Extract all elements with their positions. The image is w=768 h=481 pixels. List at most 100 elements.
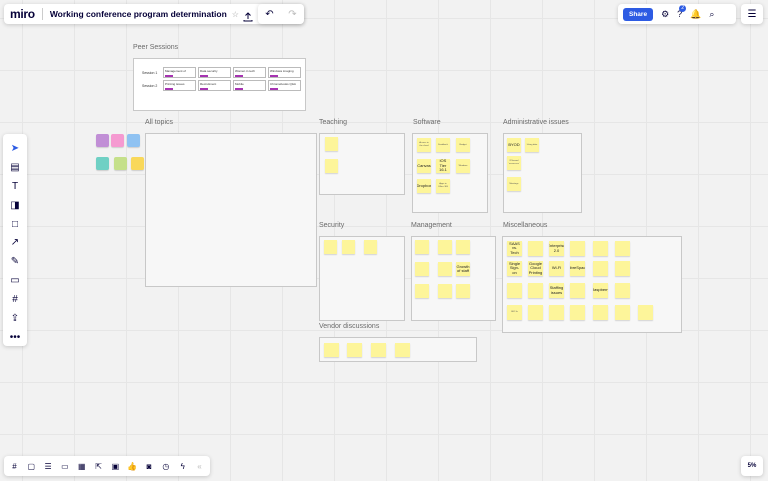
sticky-teal[interactable] — [96, 157, 109, 170]
sticky-note[interactable] — [638, 305, 653, 320]
redo-icon[interactable]: ↷ — [288, 9, 296, 20]
sticky-note[interactable]: LibreSpace — [570, 261, 585, 276]
session-cell[interactable]: Mobile — [233, 80, 266, 91]
sticky-note[interactable]: Access in the cloud — [417, 138, 431, 152]
sticky-note[interactable] — [325, 137, 338, 151]
all-topics-frame[interactable] — [145, 133, 317, 287]
sticky-note-icon[interactable]: ◨ — [6, 197, 24, 214]
like-icon[interactable]: 👍 — [126, 459, 139, 473]
board-title[interactable]: Working conference program determination — [50, 9, 227, 19]
sticky-pink[interactable] — [111, 134, 124, 147]
shape-tool-icon[interactable]: □ — [6, 216, 24, 233]
sticky-note[interactable]: Canvas — [417, 159, 431, 173]
sticky-note[interactable]: Raspberry — [593, 283, 608, 298]
select-tool-icon[interactable]: ➤ — [6, 140, 24, 157]
settings-sliders-icon[interactable]: ⚙ — [661, 9, 669, 20]
sticky-note[interactable]: Staffing issues — [549, 283, 564, 298]
templates-icon[interactable]: ▤ — [6, 159, 24, 176]
sticky-note[interactable] — [325, 159, 338, 173]
sticky-note[interactable]: IP-based 'no-access' — [507, 156, 521, 170]
kanban-icon[interactable]: ▦ — [75, 459, 88, 473]
sticky-note[interactable]: Google Cloud Printing — [528, 261, 543, 276]
sticky-note[interactable] — [549, 305, 564, 320]
sticky-note[interactable] — [570, 241, 585, 256]
sticky-note[interactable] — [528, 241, 543, 256]
sticky-note[interactable]: Wi-Fi — [549, 261, 564, 276]
video-icon[interactable]: ◙ — [143, 459, 156, 473]
presentation-icon[interactable]: ▣ — [109, 459, 122, 473]
session-cell[interactable]: Recruitment — [198, 80, 231, 91]
sticky-note[interactable] — [615, 305, 630, 320]
sticky-purple[interactable] — [96, 134, 109, 147]
sticky-note[interactable]: Meetings — [507, 177, 521, 191]
sticky-note[interactable]: Growth of staff — [456, 262, 470, 276]
sticky-note[interactable]: Apps in Office 365 — [436, 179, 450, 193]
sticky-note[interactable] — [528, 283, 543, 298]
sticky-note[interactable]: Using data — [525, 138, 539, 152]
collapse-icon[interactable]: « — [193, 459, 206, 473]
sticky-note[interactable] — [615, 283, 630, 298]
help-icon[interactable]: ? 2 — [677, 5, 687, 19]
sticky-note[interactable] — [593, 261, 608, 276]
upload-tool-icon[interactable]: ⇪ — [6, 310, 24, 327]
chat-icon[interactable]: ☰ — [42, 459, 55, 473]
sticky-note[interactable] — [415, 240, 429, 254]
session-cell[interactable]: Windows imaging — [268, 67, 301, 78]
cards-icon[interactable]: ▭ — [58, 459, 71, 473]
miro-logo[interactable]: miro — [10, 7, 35, 21]
pen-icon[interactable]: ✎ — [6, 253, 24, 270]
sticky-note[interactable]: Single Sign-on — [507, 261, 522, 276]
share-screen-icon[interactable]: ⇱ — [92, 459, 105, 473]
sticky-note[interactable] — [570, 283, 585, 298]
admin-frame[interactable]: BYOD Using data IP-based 'no-access' Mee… — [503, 133, 582, 213]
connector-icon[interactable]: ↗ — [6, 235, 24, 252]
teaching-frame[interactable] — [319, 133, 405, 195]
sticky-note[interactable] — [438, 284, 452, 298]
session-cell[interactable]: Data security — [198, 67, 231, 78]
sticky-note[interactable]: Budget — [456, 138, 470, 152]
sticky-blue[interactable] — [127, 134, 140, 147]
sticky-note[interactable] — [371, 343, 386, 357]
peer-sessions-frame[interactable]: Session 1 Management of Data security Wo… — [133, 58, 306, 111]
zoom-level[interactable]: 5% — [741, 456, 763, 476]
management-frame[interactable]: Growth of staff — [411, 236, 496, 321]
sticky-lime[interactable] — [114, 157, 127, 170]
session-cell[interactable]: Printing issues — [163, 80, 196, 91]
lightning-icon[interactable]: ϟ — [176, 459, 189, 473]
star-icon[interactable]: ☆ — [232, 10, 239, 19]
more-tools-icon[interactable]: ••• — [6, 329, 24, 346]
frames-icon[interactable]: # — [8, 459, 21, 473]
misc-frame[interactable]: SAAS vs. Tech Enterprise 2.0 Single Sign… — [502, 236, 682, 333]
sticky-note[interactable] — [593, 305, 608, 320]
undo-icon[interactable]: ↶ — [265, 9, 273, 20]
board-menu-button[interactable]: ☰ — [741, 4, 763, 24]
sticky-note[interactable] — [528, 305, 543, 320]
sticky-note[interactable] — [456, 284, 470, 298]
session-cell[interactable]: Chromebooks Q&A — [268, 80, 301, 91]
sticky-note[interactable]: Windows — [456, 159, 470, 173]
sticky-note[interactable] — [395, 343, 410, 357]
session-cell[interactable]: Women in tech — [233, 67, 266, 78]
sticky-note[interactable]: 802.1x — [507, 305, 522, 320]
vendor-frame[interactable] — [319, 337, 477, 362]
sticky-note[interactable] — [507, 283, 522, 298]
sticky-note[interactable] — [415, 284, 429, 298]
sticky-note[interactable]: Dropbox — [417, 179, 431, 193]
sticky-note[interactable] — [438, 240, 452, 254]
sticky-note[interactable] — [615, 241, 630, 256]
comments-icon[interactable]: ▢ — [25, 459, 38, 473]
sticky-note[interactable]: SAAS vs. Tech — [507, 241, 522, 256]
sticky-note[interactable] — [615, 261, 630, 276]
sticky-note[interactable] — [593, 241, 608, 256]
comment-icon[interactable]: ▭ — [6, 272, 24, 289]
timer-icon[interactable]: ◷ — [159, 459, 172, 473]
sticky-yellow[interactable] — [131, 157, 144, 170]
sticky-note[interactable] — [415, 262, 429, 276]
search-icon[interactable]: ⌕ — [709, 9, 714, 20]
sticky-note[interactable] — [324, 240, 337, 254]
frame-icon[interactable]: # — [6, 291, 24, 308]
sticky-note[interactable]: Enterprise 2.0 — [549, 241, 564, 256]
sticky-note[interactable] — [570, 305, 585, 320]
sticky-note[interactable]: BYOD — [507, 138, 521, 152]
bell-icon[interactable]: 🔔 — [690, 9, 701, 20]
